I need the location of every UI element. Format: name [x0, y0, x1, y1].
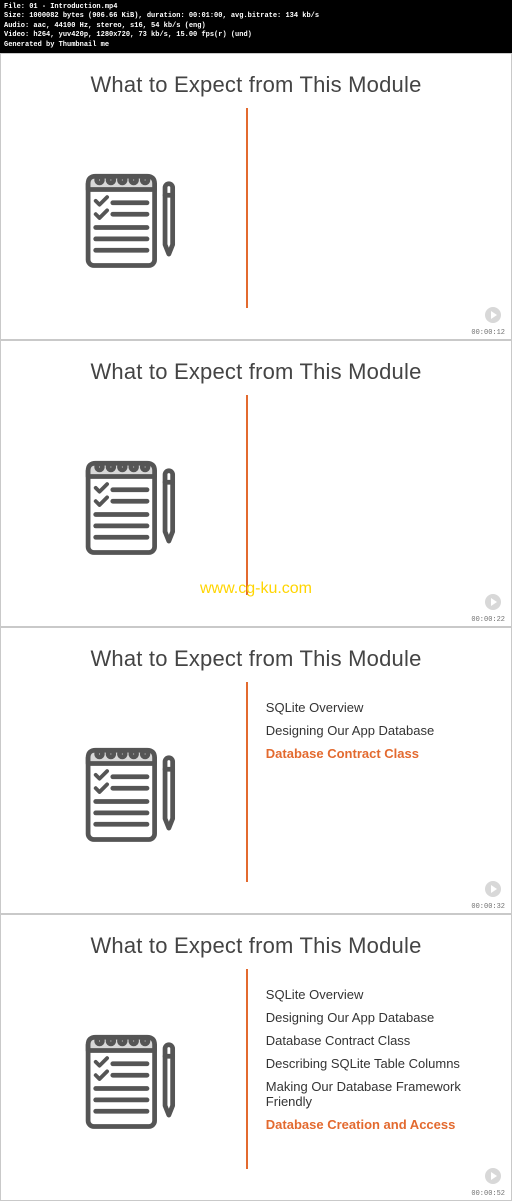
topic-list [248, 395, 511, 615]
slide-body [1, 395, 511, 615]
timestamp-label: 00:00:52 [471, 1190, 505, 1198]
slide-icon-area [1, 108, 246, 328]
timestamp-label: 00:00:32 [471, 903, 505, 911]
meta-audio-value: aac, 44100 Hz, stereo, s16, 54 kb/s (eng… [33, 22, 205, 30]
notepad-icon [71, 735, 185, 849]
notepad-icon [71, 161, 185, 275]
slide-icon-area [1, 395, 246, 615]
slide-body: SQLite OverviewDesigning Our App Databas… [1, 682, 511, 902]
meta-audio-label: Audio: [4, 22, 29, 30]
meta-size-label: Size: [4, 12, 25, 20]
slide-icon-area [1, 969, 246, 1189]
topic-item: Database Contract Class [266, 1029, 501, 1052]
topic-item: Database Contract Class [266, 742, 501, 765]
meta-video-label: Video: [4, 31, 29, 39]
topic-item: Database Creation and Access [266, 1113, 501, 1136]
topic-list: SQLite OverviewDesigning Our App Databas… [248, 969, 511, 1189]
thumbnail-slide: What to Expect from This Module [0, 627, 512, 914]
thumbnail-slide: What to Expect from This Module [0, 53, 512, 340]
topic-list [248, 108, 511, 328]
slide-icon-area [1, 682, 246, 902]
topic-item: SQLite Overview [266, 696, 501, 719]
slide-title: What to Expect from This Module [1, 54, 511, 108]
notepad-icon [71, 448, 185, 562]
topic-item: Making Our Database Framework Friendly [266, 1075, 501, 1113]
thumbnail-slide: What to Expect from This Module [0, 340, 512, 627]
slide-body [1, 108, 511, 328]
notepad-icon [71, 1022, 185, 1136]
meta-file-label: File: [4, 3, 25, 11]
slide-title: What to Expect from This Module [1, 341, 511, 395]
topic-list: SQLite OverviewDesigning Our App Databas… [248, 682, 511, 902]
timestamp-label: 00:00:22 [471, 616, 505, 624]
meta-generated: Generated by Thumbnail me [4, 41, 508, 50]
slide-title: What to Expect from This Module [1, 915, 511, 969]
slide-body: SQLite OverviewDesigning Our App Databas… [1, 969, 511, 1189]
topic-item: Designing Our App Database [266, 719, 501, 742]
meta-video-value: h264, yuv420p, 1280x720, 73 kb/s, 15.00 … [33, 31, 251, 39]
meta-file-value: 01 - Introduction.mp4 [29, 3, 117, 11]
meta-size-value: 1000082 bytes (906.66 KiB), duration: 00… [29, 12, 319, 20]
topic-item: Designing Our App Database [266, 1006, 501, 1029]
thumbnail-slide: What to Expect from This Module [0, 914, 512, 1201]
topic-item: SQLite Overview [266, 983, 501, 1006]
slide-title: What to Expect from This Module [1, 628, 511, 682]
video-metadata-header: File: 01 - Introduction.mp4 Size: 100008… [0, 0, 512, 53]
timestamp-label: 00:00:12 [471, 329, 505, 337]
topic-item: Describing SQLite Table Columns [266, 1052, 501, 1075]
